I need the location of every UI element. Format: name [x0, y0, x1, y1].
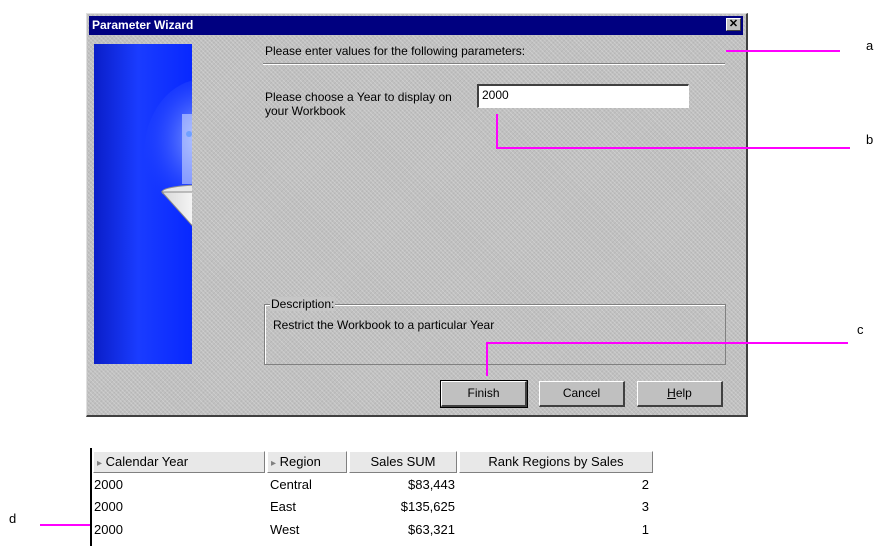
callout-line-b-horizontal — [496, 147, 850, 149]
close-button[interactable]: ✕ — [726, 18, 741, 31]
table-cell: $83,443 — [408, 477, 455, 492]
column-header-region[interactable]: ▸ Region — [267, 451, 347, 473]
year-prompt-label: Please choose a Year to display on your … — [265, 90, 452, 118]
dialog-title: Parameter Wizard — [92, 18, 194, 32]
cancel-button[interactable]: Cancel — [539, 381, 625, 407]
table-left-border — [90, 448, 92, 546]
callout-line-a — [726, 50, 840, 52]
description-label: Description: — [270, 297, 336, 311]
column-expand-icon: ▸ — [271, 458, 277, 469]
callout-a: a — [866, 38, 874, 53]
finish-button[interactable]: Finish — [440, 380, 528, 408]
table-cell: $63,321 — [408, 522, 455, 537]
table-cell: $135,625 — [400, 499, 455, 514]
callout-line-d — [40, 524, 92, 526]
description-text: Restrict the Workbook to a particular Ye… — [273, 318, 495, 332]
column-header-label: Calendar Year — [105, 454, 189, 469]
table-cell: Central — [270, 477, 312, 492]
parameter-wizard-dialog: Parameter Wizard ✕ Please enter values f… — [86, 13, 748, 417]
funnel-illustration — [144, 79, 264, 286]
table-cell: 1 — [641, 522, 649, 537]
table-cell: 3 — [641, 499, 649, 514]
column-header-sales-sum[interactable]: Sales SUM — [349, 451, 457, 473]
table-cell: West — [270, 522, 300, 537]
callout-c: c — [857, 322, 864, 337]
heading-separator — [263, 63, 725, 65]
help-label: Help — [667, 386, 692, 400]
callout-line-c-horizontal — [486, 342, 848, 344]
callout-line-c-vertical — [486, 342, 488, 376]
table-cell: 2000 — [94, 477, 123, 492]
callout-line-b-vertical — [496, 114, 498, 149]
table-cell: 2000 — [94, 499, 123, 514]
table-cell: 2 — [641, 477, 649, 492]
instructions-heading: Please enter values for the following pa… — [265, 44, 526, 58]
description-group — [264, 304, 726, 365]
column-header-rank[interactable]: Rank Regions by Sales — [459, 451, 653, 473]
year-input[interactable]: 2000 — [477, 84, 689, 108]
table-cell: East — [270, 499, 297, 514]
column-header-calendar-year[interactable]: ▸ Calendar Year — [93, 451, 265, 473]
wizard-side-image — [94, 44, 264, 364]
callout-d: d — [9, 511, 17, 526]
callout-b: b — [866, 132, 874, 147]
title-bar[interactable]: Parameter Wizard ✕ — [89, 16, 743, 35]
column-header-label: Region — [279, 454, 321, 469]
help-button[interactable]: Help — [637, 381, 723, 407]
close-icon: ✕ — [728, 18, 739, 30]
column-expand-icon: ▸ — [97, 458, 103, 469]
table-cell: 2000 — [94, 522, 123, 537]
